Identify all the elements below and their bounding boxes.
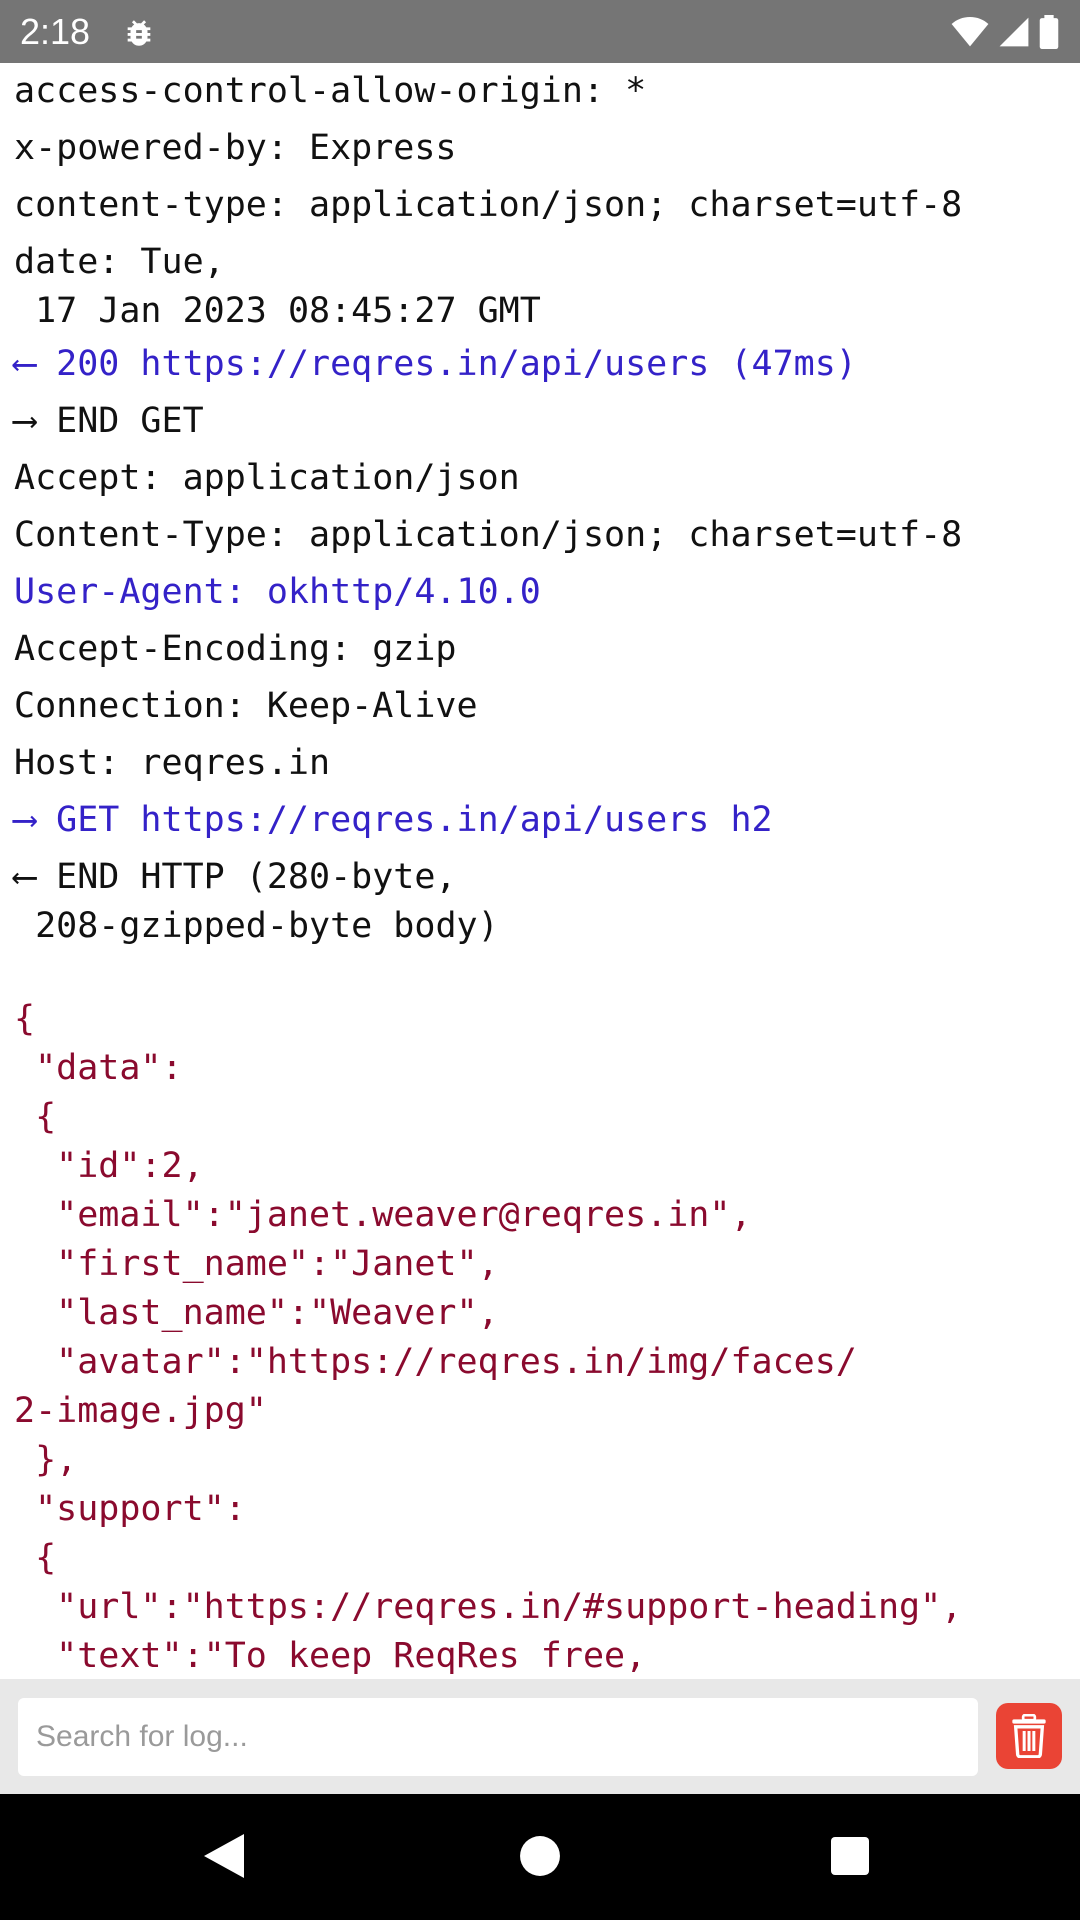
navigation-bar [0, 1794, 1080, 1920]
recents-button[interactable] [818, 1824, 882, 1888]
status-time: 2:18 [20, 11, 91, 52]
status-bar: 2:18 [0, 0, 1080, 63]
clear-log-button[interactable] [996, 1703, 1062, 1769]
log-line: ⟵ END HTTP (280-byte, 208-gzipped-byte b… [14, 857, 499, 946]
cellular-signal-icon [999, 17, 1029, 47]
log-line-request: ⟶ GET https://reqres.in/api/users h2 [14, 800, 773, 840]
log-line-response: ⟵ 200 https://reqres.in/api/users (47ms) [14, 344, 857, 384]
log-line-user-agent: User-Agent: okhttp/4.10.0 [14, 572, 541, 612]
search-bar [0, 1679, 1080, 1794]
json-response-body: { "data": { "id":2, "email":"janet.weave… [14, 999, 963, 1676]
debug-bug-icon [122, 16, 156, 50]
log-line: Content-Type: application/json; charset=… [14, 515, 963, 555]
log-line: Host: reqres.in [14, 743, 331, 783]
recents-icon [831, 1837, 869, 1875]
log-line: Accept: application/json [14, 458, 520, 498]
log-line: Connection: Keep-Alive [14, 686, 478, 726]
log-line: access-control-allow-origin: * [14, 71, 647, 111]
log-line: date: Tue, 17 Jan 2023 08:45:27 GMT [14, 242, 541, 331]
back-button[interactable] [192, 1824, 256, 1888]
log-output[interactable]: access-control-allow-origin: * x-powered… [0, 63, 1080, 1679]
battery-icon [1039, 15, 1059, 49]
back-icon [204, 1834, 244, 1878]
log-line: content-type: application/json; charset=… [14, 185, 963, 225]
home-button[interactable] [508, 1824, 572, 1888]
home-icon [520, 1836, 560, 1876]
log-line: x-powered-by: Express [14, 128, 457, 168]
log-line: Accept-Encoding: gzip [14, 629, 457, 669]
wifi-icon [951, 16, 989, 47]
search-input[interactable] [18, 1698, 978, 1776]
trash-icon [1012, 1714, 1046, 1758]
log-line: ⟶ END GET [14, 401, 204, 441]
status-icons [950, 14, 1060, 50]
